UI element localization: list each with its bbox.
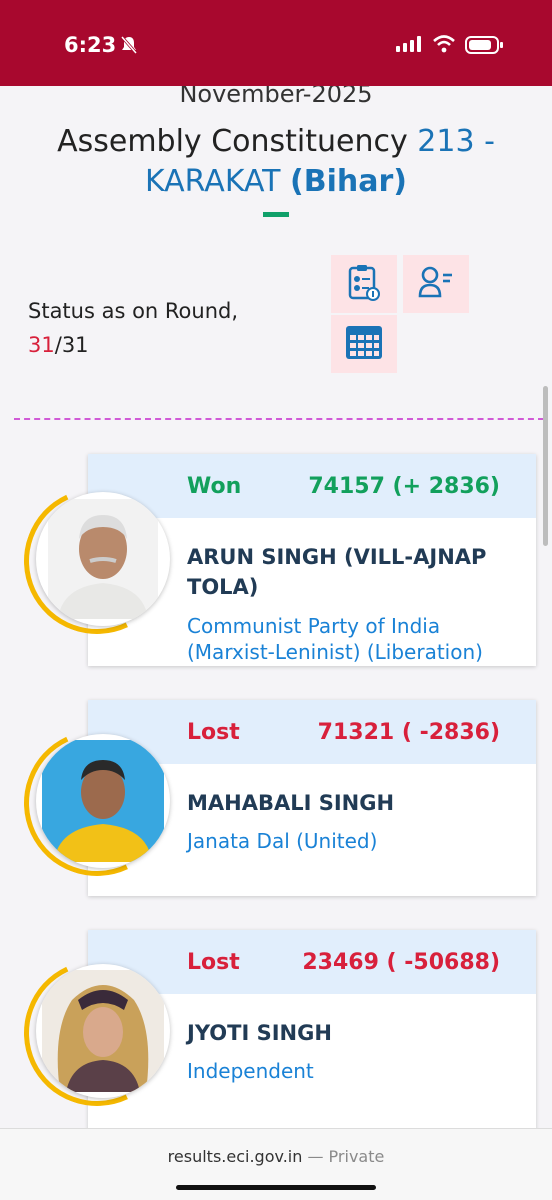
url-domain: results.eci.gov.in	[167, 1147, 303, 1166]
vote-count: 23469 ( -50688)	[302, 950, 500, 975]
results-page[interactable]: November-2025 Assembly Constituency 213 …	[0, 86, 552, 1128]
scrollbar[interactable]	[543, 386, 548, 546]
home-indicator[interactable]	[176, 1185, 376, 1190]
title-underline	[263, 212, 289, 217]
url-separator: —	[302, 1147, 329, 1166]
candidate-party: Independent	[187, 1059, 314, 1083]
url-text[interactable]: results.eci.gov.in — Private	[0, 1147, 552, 1166]
round-status-label: Status as on Round,	[28, 299, 239, 323]
person-photo-icon	[36, 734, 170, 868]
candidate-party: Janata Dal (United)	[187, 829, 378, 853]
battery-icon	[465, 35, 505, 60]
private-mode-label: Private	[328, 1147, 385, 1166]
ac-prefix: Assembly Constituency	[57, 124, 418, 159]
bell-muted-icon	[119, 35, 139, 60]
person-photo-icon	[36, 964, 170, 1098]
candidate-photo	[3, 467, 191, 655]
result-status: Lost	[187, 950, 240, 975]
clipboard-report-icon	[347, 263, 381, 306]
candidate-name: ARUN SINGH (VILL-AJNAP TOLA)	[187, 545, 487, 599]
clock: 6:23	[64, 33, 117, 57]
section-divider	[14, 418, 544, 420]
candidates-button[interactable]	[403, 255, 469, 313]
constituency-title: Assembly Constituency 213 - KARAKAT (Bih…	[0, 122, 552, 202]
status-bar: 6:23	[0, 0, 552, 86]
report-button[interactable]	[331, 255, 397, 313]
person-photo-icon	[36, 492, 170, 626]
round-total: 31	[61, 333, 89, 357]
result-status: Won	[187, 474, 242, 499]
result-status: Lost	[187, 720, 240, 745]
candidate-name: JYOTI SINGH	[187, 1021, 332, 1045]
browser-url-bar[interactable]: results.eci.gov.in — Private	[0, 1128, 552, 1200]
candidate-party: Communist Party of India (Marxist-Lenini…	[187, 614, 483, 664]
calendar-icon	[345, 324, 383, 365]
election-label: November-2025	[179, 86, 373, 108]
candidate-name: MAHABALI SINGH	[187, 791, 395, 815]
user-list-icon	[418, 266, 454, 303]
candidate-photo	[3, 939, 191, 1127]
round-current: 31	[28, 333, 55, 357]
wifi-icon	[432, 35, 456, 58]
round-status: Status as on Round, 31/31	[28, 294, 238, 362]
cellular-signal-icon	[396, 36, 422, 57]
vote-count: 74157 (+ 2836)	[308, 474, 500, 499]
ac-state: (Bihar)	[290, 164, 407, 199]
candidate-photo	[3, 709, 191, 897]
schedule-button[interactable]	[331, 315, 397, 373]
vote-count: 71321 ( -2836)	[317, 720, 500, 745]
ac-name: KARAKAT	[145, 164, 291, 199]
round-separator: /	[54, 333, 62, 357]
ac-number: 213 -	[417, 124, 495, 159]
